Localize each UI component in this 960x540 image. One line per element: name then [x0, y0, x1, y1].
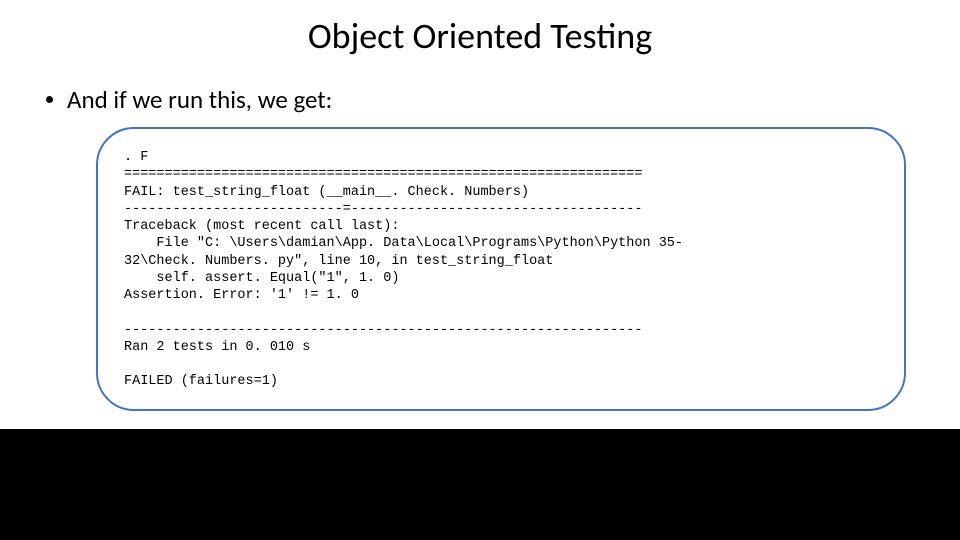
code-line: ========================================…: [124, 167, 642, 182]
code-line: Ran 2 tests in 0. 010 s: [124, 340, 310, 355]
code-line: Assertion. Error: '1' != 1. 0: [124, 288, 359, 303]
slide-title: Object Oriented Testing: [0, 0, 960, 68]
code-line: FAIL: test_string_float (__main__. Check…: [124, 185, 529, 200]
content-area: And if we run this, we get: . F ========…: [0, 68, 960, 429]
code-line: File "C: \Users\damian\App. Data\Local\P…: [124, 236, 683, 251]
bottom-border: [0, 429, 960, 489]
bullet-text: And if we run this, we get:: [67, 84, 332, 115]
code-line: 32\Check. Numbers. py", line 10, in test…: [124, 254, 553, 269]
code-line: ---------------------------=------------…: [124, 202, 642, 217]
code-line: . F: [124, 150, 148, 165]
code-line: FAILED (failures=1): [124, 374, 278, 389]
code-line: ----------------------------------------…: [124, 323, 642, 338]
code-line: self. assert. Equal("1", 1. 0): [124, 271, 399, 286]
code-output: . F ====================================…: [124, 149, 886, 391]
code-output-box: . F ====================================…: [96, 127, 906, 411]
code-line: Traceback (most recent call last):: [124, 219, 399, 234]
bullet-dot-icon: [46, 96, 53, 103]
bullet-row: And if we run this, we get:: [0, 68, 960, 127]
